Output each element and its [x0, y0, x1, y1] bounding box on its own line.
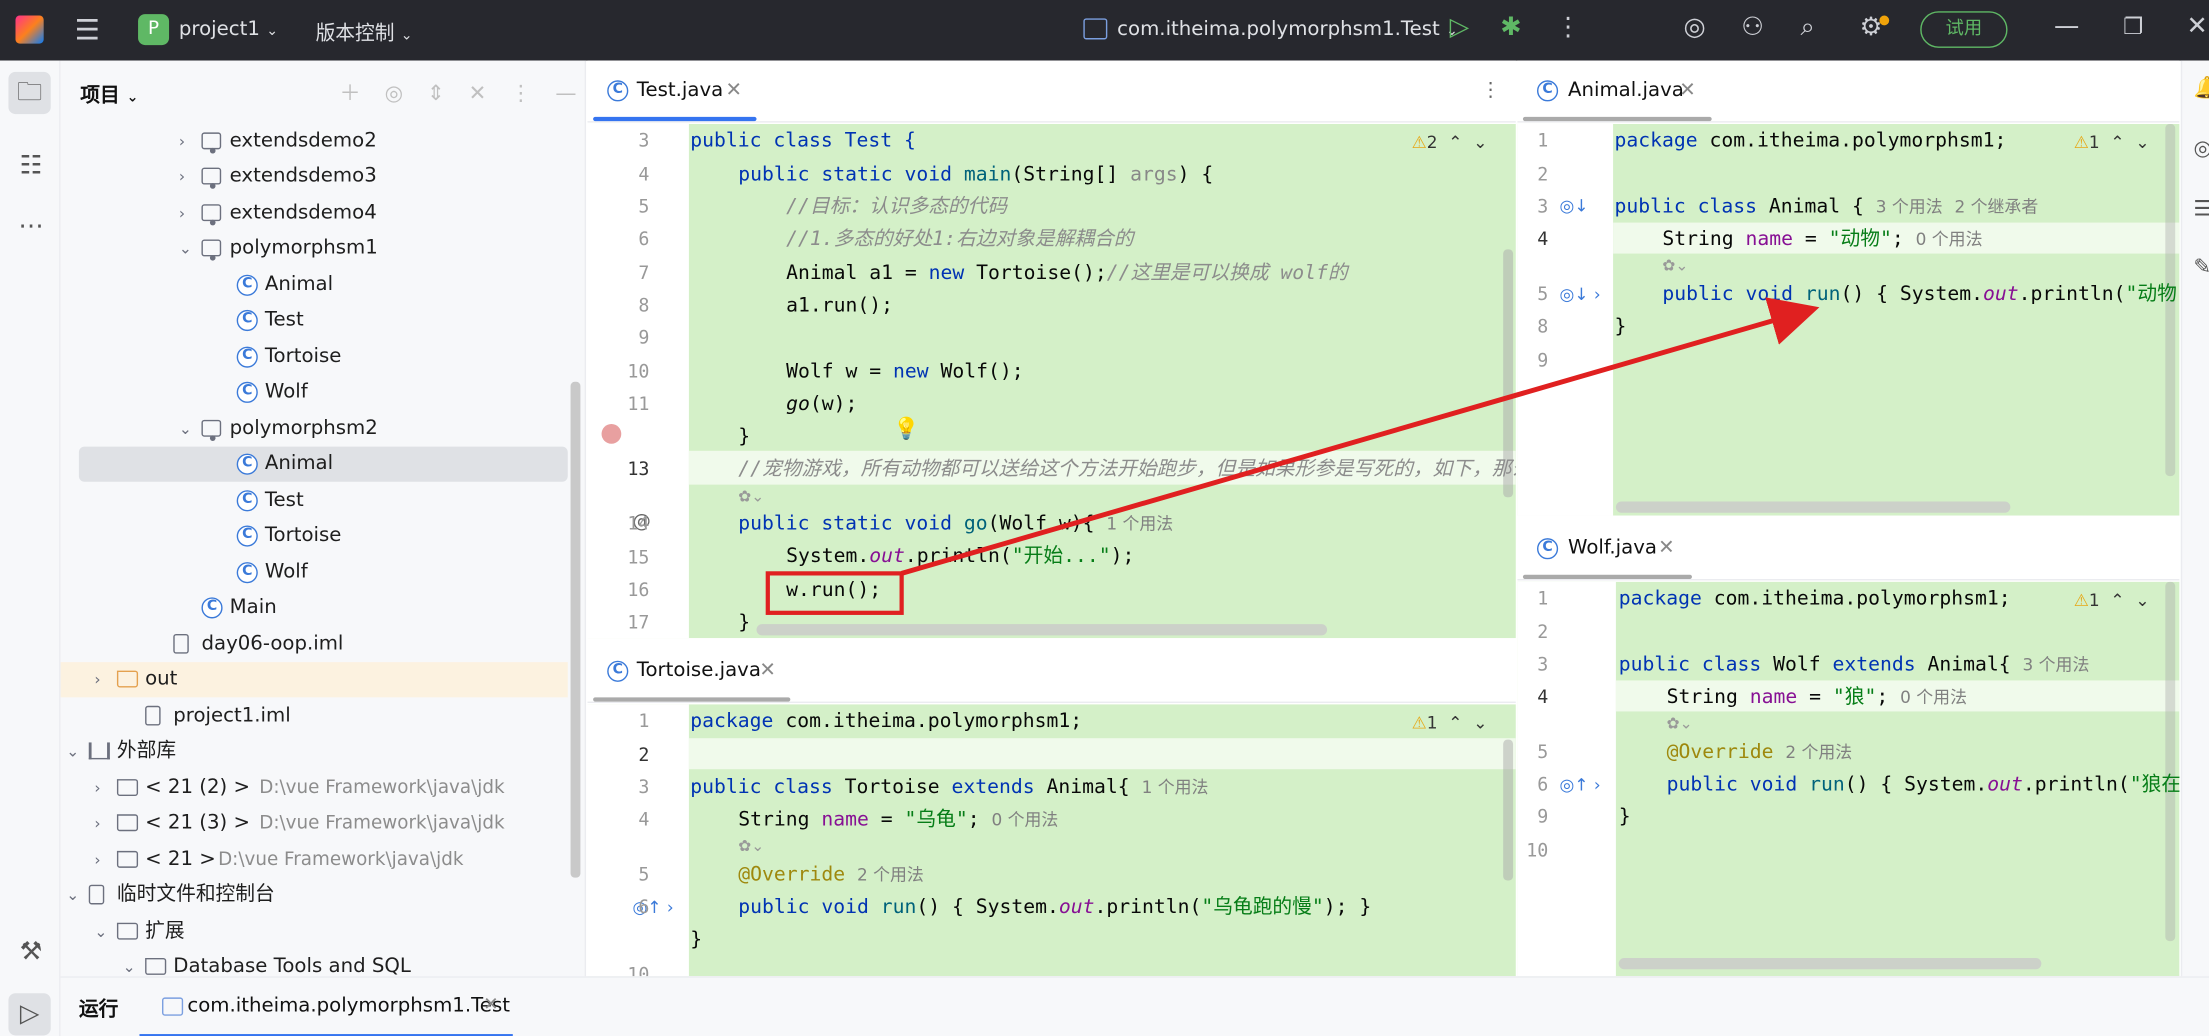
run-tool-window-bar: 运行 com.itheima.polymorphsm1.Test ✕ [60, 976, 2209, 1036]
annotation-arrow [900, 297, 1820, 576]
annotation-overlay [765, 297, 1820, 615]
run-config-tab[interactable]: com.itheima.polymorphsm1.Test [187, 995, 510, 1018]
run-tab-label[interactable]: 运行 [79, 995, 118, 1023]
annotation-box [765, 571, 904, 615]
close-tab-icon[interactable]: ✕ [483, 995, 498, 1016]
run-config-icon [162, 997, 184, 1016]
